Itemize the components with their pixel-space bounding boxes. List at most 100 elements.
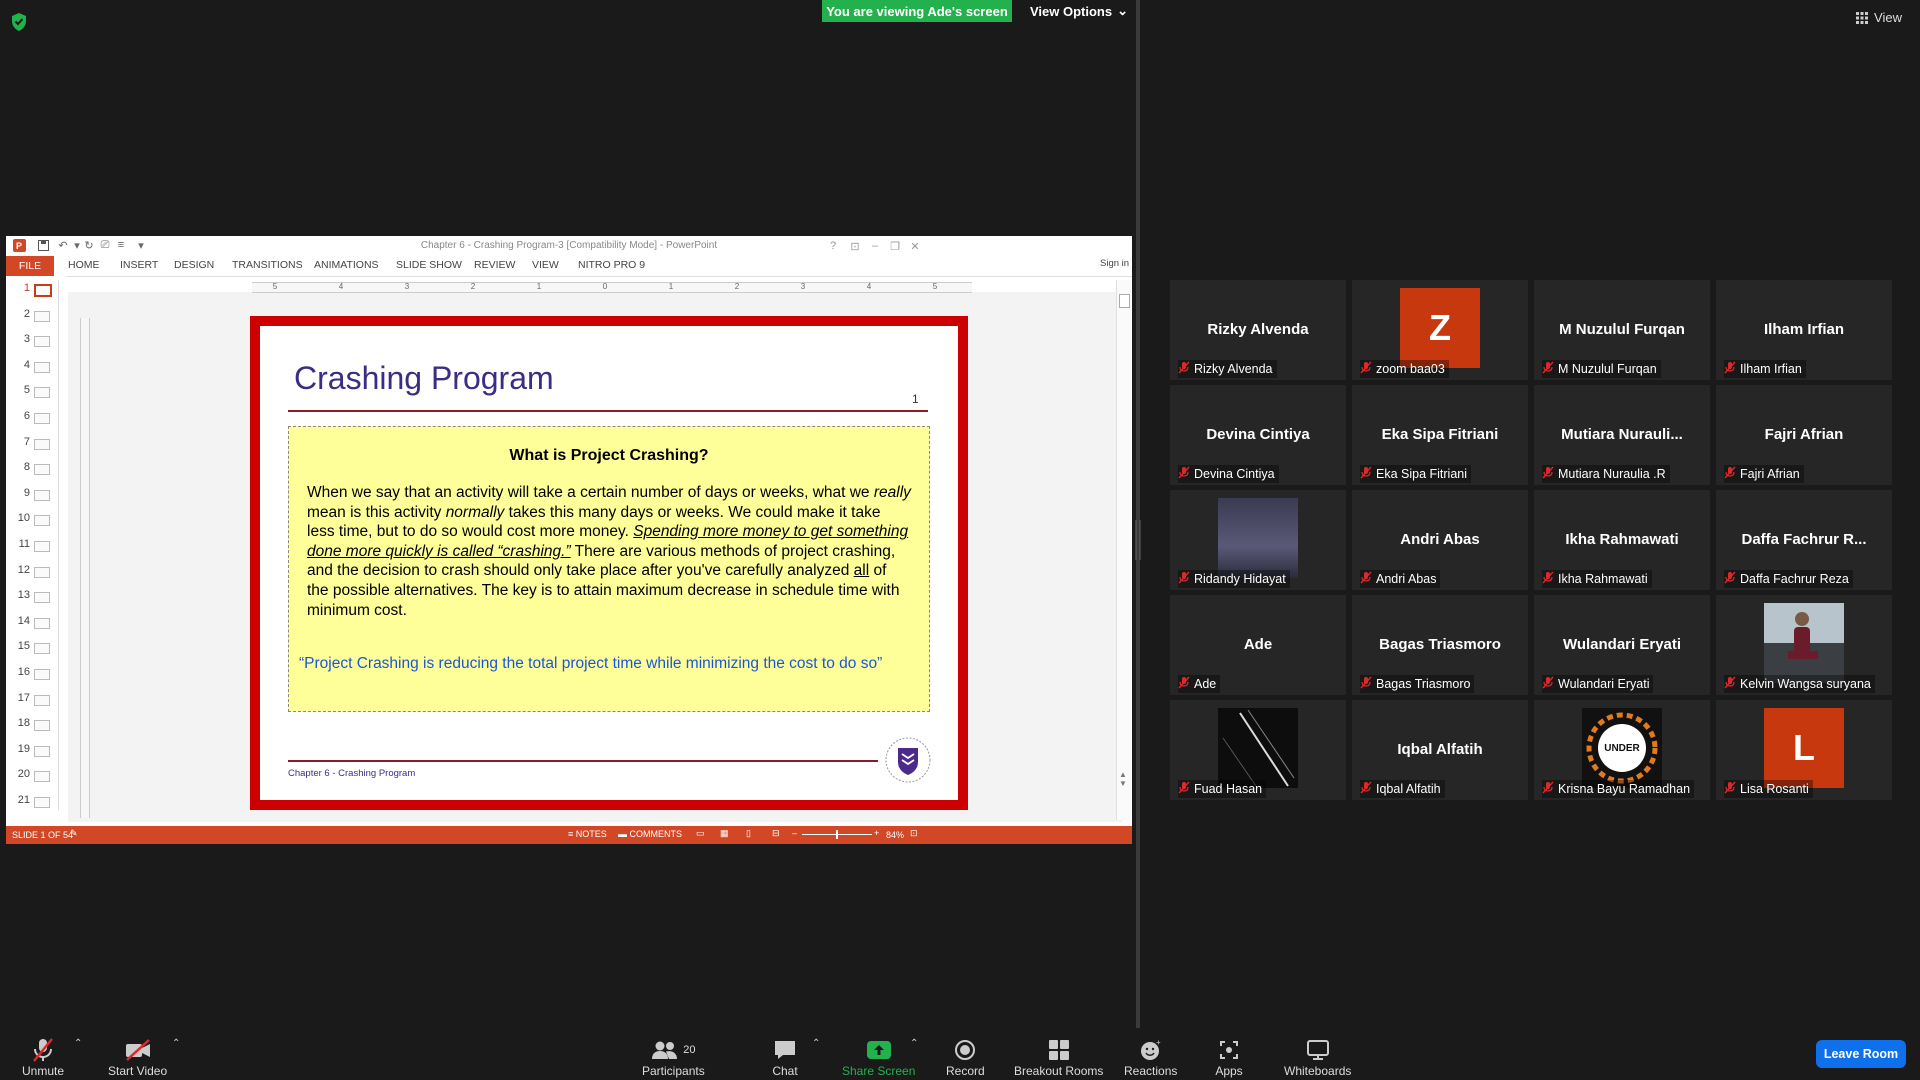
participant-tile[interactable]: Ridandy Hidayat xyxy=(1170,490,1346,590)
tab-nitro-pro[interactable]: NITRO PRO 9 xyxy=(578,259,645,271)
tab-file[interactable]: FILE xyxy=(6,256,54,276)
slide-thumbnail[interactable]: 19 xyxy=(6,743,56,759)
gallery-view-button[interactable]: View xyxy=(1856,10,1902,25)
normal-view-icon[interactable]: ▭ xyxy=(696,828,705,839)
slide-thumbnail[interactable]: 20 xyxy=(6,768,56,784)
slide-thumbnail[interactable]: 13 xyxy=(6,589,56,605)
slide-thumbnail[interactable]: 18 xyxy=(6,717,56,733)
tab-home[interactable]: HOME xyxy=(68,259,100,271)
slide-thumbnail[interactable]: 8 xyxy=(6,461,56,477)
slide-thumbnail[interactable]: 11 xyxy=(6,538,56,554)
participant-tile[interactable]: UNDER Krisna Bayu Ramadhan xyxy=(1534,700,1710,800)
participants-button[interactable]: 20 Participants xyxy=(642,1030,705,1078)
video-options-chevron-icon[interactable]: ⌃ xyxy=(172,1038,180,1049)
participant-tile[interactable]: Wulandari Eryati Wulandari Eryati xyxy=(1534,595,1710,695)
participant-tile[interactable]: Ikha Rahmawati Ikha Rahmawati xyxy=(1534,490,1710,590)
minimize-icon[interactable]: – xyxy=(866,238,884,254)
tab-slide-show[interactable]: SLIDE SHOW xyxy=(396,259,462,271)
zoom-in-icon[interactable]: + xyxy=(874,828,879,838)
participant-tile[interactable]: Daffa Fachrur R... Daffa Fachrur Reza xyxy=(1716,490,1892,590)
slide-thumbnail[interactable]: 16 xyxy=(6,666,56,682)
slide-sorter-icon[interactable]: ▦ xyxy=(720,828,729,839)
audio-options-chevron-icon[interactable]: ⌃ xyxy=(74,1038,82,1049)
slide-thumbnail[interactable]: 14 xyxy=(6,615,56,631)
tab-review[interactable]: REVIEW xyxy=(474,259,515,271)
breakout-rooms-button[interactable]: Breakout Rooms xyxy=(1014,1030,1103,1078)
slide-scrollbar[interactable]: ▲ ▼ xyxy=(1116,280,1131,820)
participant-name: Lisa Rosanti xyxy=(1740,782,1809,796)
leave-room-button[interactable]: Leave Room xyxy=(1816,1040,1906,1068)
zoom-out-icon[interactable]: – xyxy=(792,828,797,838)
participant-tile[interactable]: Zzoom baa03 xyxy=(1352,280,1528,380)
zoom-level[interactable]: 84% xyxy=(886,830,904,840)
slide-title[interactable]: Crashing Program xyxy=(294,360,554,397)
slide-thumbnail[interactable]: 7 xyxy=(6,436,56,452)
participant-tile[interactable]: Rizky Alvenda Rizky Alvenda xyxy=(1170,280,1346,380)
zoom-slider[interactable] xyxy=(802,830,872,839)
restore-icon[interactable]: ❐ xyxy=(886,238,904,254)
participant-tile[interactable]: Bagas Triasmoro Bagas Triasmoro xyxy=(1352,595,1528,695)
slide-thumbnail[interactable]: 9 xyxy=(6,487,56,503)
current-slide[interactable]: Crashing Program 1 What is Project Crash… xyxy=(250,316,968,810)
divider-drag-handle[interactable] xyxy=(1133,520,1143,560)
tab-design[interactable]: DESIGN xyxy=(174,259,214,271)
slide-thumbnail[interactable]: 21 xyxy=(6,794,56,810)
chat-options-chevron-icon[interactable]: ⌃ xyxy=(812,1038,820,1049)
tab-insert[interactable]: INSERT xyxy=(120,259,158,271)
reactions-button[interactable]: + Reactions xyxy=(1124,1030,1177,1078)
participant-tile[interactable]: L Lisa Rosanti xyxy=(1716,700,1892,800)
slide-thumbnail[interactable]: 3 xyxy=(6,333,56,349)
comments-button[interactable]: ▬ COMMENTS xyxy=(618,829,682,839)
definition-textbox[interactable]: What is Project Crashing? When we say th… xyxy=(288,426,930,712)
participant-tile[interactable]: Devina Cintiya Devina Cintiya xyxy=(1170,385,1346,485)
apps-button[interactable]: Apps xyxy=(1214,1030,1244,1078)
view-options-button[interactable]: View Options ⌄ xyxy=(1024,0,1134,22)
help-icon[interactable]: ? xyxy=(824,238,842,254)
participant-tile[interactable]: Fajri Afrian Fajri Afrian xyxy=(1716,385,1892,485)
whiteboards-button[interactable]: Whiteboards xyxy=(1284,1030,1351,1078)
slide-thumbnail[interactable]: 5 xyxy=(6,384,56,400)
fit-slide-icon[interactable]: ⊡ xyxy=(910,828,918,839)
horizontal-ruler: 5 4 3 2 1 0 1 2 3 4 5 xyxy=(252,282,972,293)
slide-thumbnail[interactable]: 4 xyxy=(6,359,56,375)
slideshow-view-icon[interactable]: ⊟ xyxy=(772,828,780,839)
breakout-rooms-icon xyxy=(1044,1036,1074,1064)
participant-tile[interactable]: Ilham Irfian Ilham Irfian xyxy=(1716,280,1892,380)
participant-tile[interactable]: Ade Ade xyxy=(1170,595,1346,695)
participant-tile[interactable]: Eka Sipa Fitriani Eka Sipa Fitriani xyxy=(1352,385,1528,485)
participant-tile[interactable]: Mutiara Nurauli... Mutiara Nuraulia .R xyxy=(1534,385,1710,485)
notes-button[interactable]: ≡ NOTES xyxy=(568,829,607,839)
slide-thumbnail[interactable]: 2 xyxy=(6,308,56,324)
sign-in-link[interactable]: Sign in xyxy=(1100,258,1129,269)
slide-thumbnail[interactable]: 1 xyxy=(6,282,56,298)
split-divider[interactable] xyxy=(1136,0,1140,1028)
tab-view[interactable]: VIEW xyxy=(532,259,559,271)
participant-tile[interactable]: Iqbal Alfatih Iqbal Alfatih xyxy=(1352,700,1528,800)
start-video-button[interactable]: Start Video xyxy=(108,1030,167,1078)
tab-animations[interactable]: ANIMATIONS xyxy=(314,259,379,271)
spellcheck-icon[interactable]: ✎ xyxy=(70,828,78,839)
tab-transitions[interactable]: TRANSITIONS xyxy=(232,259,303,271)
slide-thumbnail[interactable]: 12 xyxy=(6,564,56,580)
security-shield-icon[interactable] xyxy=(10,12,30,32)
thumbnail-scrollbar[interactable] xyxy=(58,280,67,810)
record-button[interactable]: Record xyxy=(946,1030,985,1078)
participant-name-label: zoom baa03 xyxy=(1360,360,1449,378)
close-icon[interactable]: ✕ xyxy=(906,238,924,254)
share-screen-button[interactable]: Share Screen xyxy=(842,1030,915,1078)
ribbon-display-icon[interactable]: ⊡ xyxy=(846,238,864,254)
slide-thumbnail[interactable]: 6 xyxy=(6,410,56,426)
participant-tile[interactable]: Andri Abas Andri Abas xyxy=(1352,490,1528,590)
participant-tile[interactable]: Kelvin Wangsa suryana xyxy=(1716,595,1892,695)
reading-view-icon[interactable]: ▯ xyxy=(746,828,751,839)
chat-button[interactable]: Chat xyxy=(770,1030,800,1078)
share-options-chevron-icon[interactable]: ⌃ xyxy=(910,1038,918,1049)
slide-thumbnail[interactable]: 15 xyxy=(6,640,56,656)
unmute-button[interactable]: Unmute xyxy=(22,1030,64,1078)
participant-tile[interactable]: Fuad Hasan xyxy=(1170,700,1346,800)
participant-tile[interactable]: M Nuzulul Furqan M Nuzulul Furqan xyxy=(1534,280,1710,380)
slide-thumbnail[interactable]: 17 xyxy=(6,692,56,708)
participant-display-name: Eka Sipa Fitriani xyxy=(1381,426,1499,443)
microphone-muted-icon xyxy=(1724,571,1736,587)
slide-thumbnail[interactable]: 10 xyxy=(6,512,56,528)
